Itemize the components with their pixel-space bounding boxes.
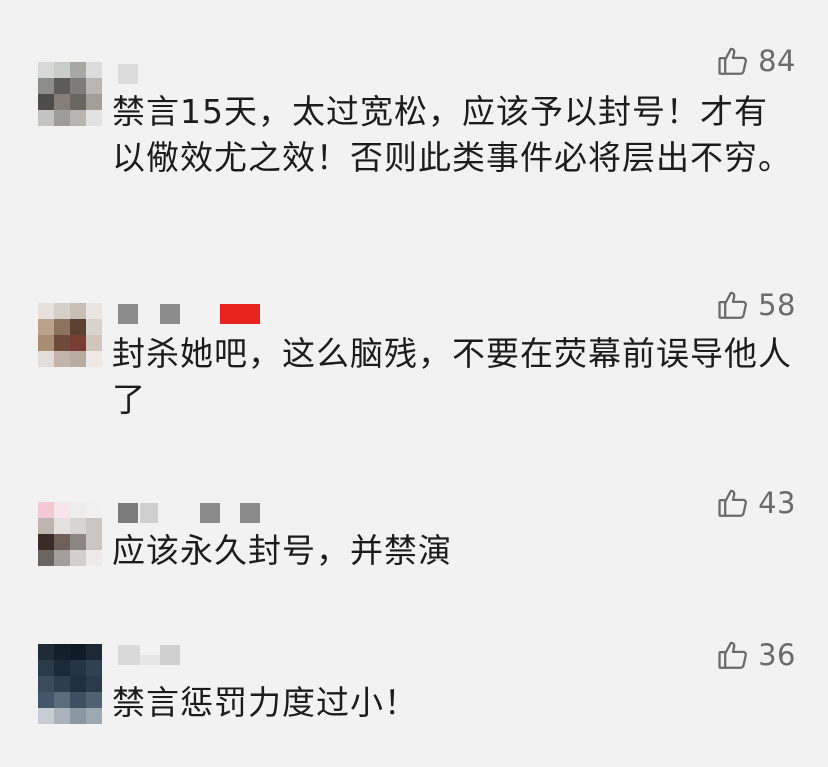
like-count: 58	[758, 288, 796, 322]
like-button[interactable]: 36	[716, 638, 796, 672]
thumbs-up-icon	[718, 641, 748, 669]
comment-text: 应该永久封号，并禁演	[112, 531, 452, 570]
vip-badge	[220, 304, 260, 324]
like-button[interactable]: 58	[716, 288, 796, 322]
avatar[interactable]	[38, 502, 102, 566]
like-count: 43	[758, 486, 796, 520]
comment-text: 禁言惩罚力度过小！	[112, 683, 418, 722]
thumbs-up-icon	[718, 291, 748, 319]
comment-text: 禁言15天，太过宽松，应该予以封号！才有以儆效尤之效！否则此类事件必将层出不穷。	[112, 92, 792, 177]
thumbs-up-icon	[718, 47, 748, 75]
comment-text: 封杀她吧，这么脑残，不要在荧幕前误导他人了	[112, 334, 792, 419]
thumbs-up-icon	[718, 489, 748, 517]
avatar[interactable]	[38, 644, 102, 724]
like-count: 84	[758, 44, 796, 78]
like-button[interactable]: 84	[716, 44, 796, 78]
like-button[interactable]: 43	[716, 486, 796, 520]
avatar[interactable]	[38, 303, 102, 367]
avatar[interactable]	[38, 62, 102, 126]
like-count: 36	[758, 638, 796, 672]
